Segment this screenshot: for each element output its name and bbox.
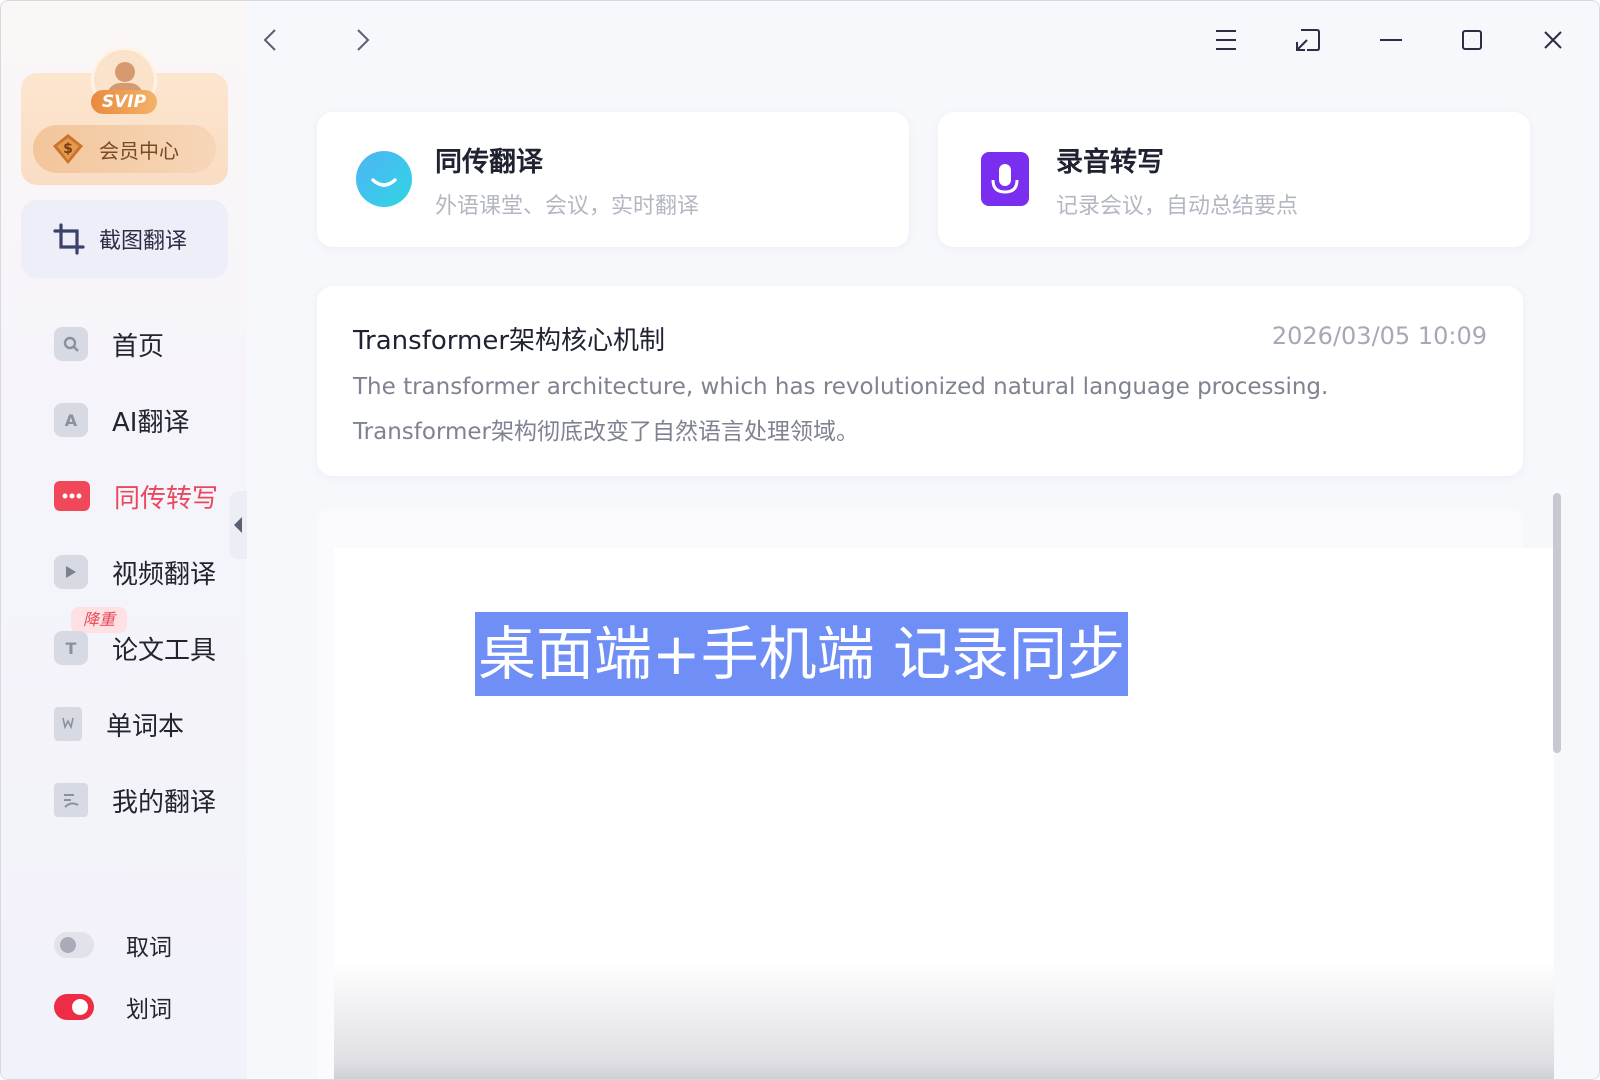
screenshot-translate-button[interactable]: 截图翻译 xyxy=(21,200,228,278)
app-window: SVIP $ 会员中心 截图翻译 首页 A AI翻译 同传转写 视频翻译 降重 … xyxy=(0,0,1600,1080)
back-button[interactable] xyxy=(253,23,287,57)
record-line-chinese: Transformer架构彻底改变了自然语言处理领域。 xyxy=(353,419,860,445)
menu-icon xyxy=(1216,30,1236,50)
text-t-icon: T xyxy=(54,631,88,665)
bookmark-icon xyxy=(54,707,82,741)
member-center-button[interactable]: $ 会员中心 xyxy=(33,125,216,173)
sidebar-item-label: 论文工具 xyxy=(112,635,217,666)
minimize-button[interactable] xyxy=(1374,23,1408,57)
crop-icon xyxy=(53,223,85,255)
record-title: Transformer架构核心机制 xyxy=(353,326,666,356)
sidebar-item-label: 单词本 xyxy=(106,711,185,742)
bottom-fade xyxy=(334,961,1554,1079)
screenshot-translate-label: 截图翻译 xyxy=(99,229,188,254)
mini-window-button[interactable] xyxy=(1291,23,1325,57)
sidebar-item-wordbook[interactable]: 单词本 xyxy=(1,694,247,754)
promo-highlight-text: 桌面端+手机端 记录同步 xyxy=(475,612,1128,696)
mini-window-icon xyxy=(1296,29,1320,51)
diamond-coin-icon: $ xyxy=(53,134,83,164)
feature-card-recording[interactable]: 录音转写 记录会议，自动总结要点 xyxy=(938,112,1530,247)
select-translate-toggle[interactable] xyxy=(54,994,94,1020)
chat-smile-icon xyxy=(356,151,412,207)
minimize-icon xyxy=(1380,39,1402,41)
feature-subtitle: 外语课堂、会议，实时翻译 xyxy=(435,194,700,219)
scrollbar-thumb[interactable] xyxy=(1553,493,1561,753)
sidebar-item-my-translations[interactable]: 我的翻译 xyxy=(1,770,247,830)
record-timestamp: 2026/03/05 10:09 xyxy=(1271,322,1487,350)
sidebar-item-label: 首页 xyxy=(112,331,165,362)
word-pick-toggle-row[interactable]: 取词 xyxy=(54,925,172,965)
sidebar-item-label: AI翻译 xyxy=(112,407,190,438)
maximize-button[interactable] xyxy=(1455,23,1489,57)
maximize-icon xyxy=(1462,30,1482,50)
record-line-english: The transformer architecture, which has … xyxy=(353,374,1329,400)
video-play-icon xyxy=(54,555,88,589)
document-icon xyxy=(54,783,88,817)
sidebar-item-ai-translate[interactable]: A AI翻译 xyxy=(1,390,247,450)
chat-bubble-icon xyxy=(54,481,90,511)
word-pick-toggle[interactable] xyxy=(54,932,94,958)
toggle-knob xyxy=(60,937,76,953)
member-center-label: 会员中心 xyxy=(99,138,179,163)
feature-card-simultaneous[interactable]: 同传翻译 外语课堂、会议，实时翻译 xyxy=(317,112,909,247)
feature-title: 录音转写 xyxy=(1056,147,1164,178)
record-card[interactable]: Transformer架构核心机制 2026/03/05 10:09 The t… xyxy=(317,286,1523,476)
feature-title: 同传翻译 xyxy=(435,147,543,178)
word-pick-label: 取词 xyxy=(126,935,172,961)
sidebar-item-label: 我的翻译 xyxy=(112,787,217,818)
sidebar-item-label: 同传转写 xyxy=(114,483,219,514)
chevron-left-icon xyxy=(263,29,276,51)
menu-button[interactable] xyxy=(1209,23,1243,57)
close-icon xyxy=(1544,31,1562,49)
svip-badge: SVIP xyxy=(91,90,157,114)
select-translate-toggle-row[interactable]: 划词 xyxy=(54,987,172,1027)
feature-subtitle: 记录会议，自动总结要点 xyxy=(1056,194,1299,219)
avatar-head xyxy=(115,62,135,82)
sidebar-item-label: 视频翻译 xyxy=(112,559,217,590)
chevron-right-icon xyxy=(357,29,370,51)
sidebar-item-home[interactable]: 首页 xyxy=(1,314,247,374)
select-translate-label: 划词 xyxy=(126,997,172,1023)
home-search-icon xyxy=(54,327,88,361)
microphone-icon xyxy=(981,152,1029,206)
svg-text:$: $ xyxy=(63,141,73,157)
ai-icon: A xyxy=(54,403,88,437)
sidebar-item-video-translate[interactable]: 视频翻译 xyxy=(1,542,247,602)
toggle-knob xyxy=(72,999,88,1015)
sidebar-item-paper-tools[interactable]: T 论文工具 xyxy=(1,618,247,678)
forward-button[interactable] xyxy=(346,23,380,57)
close-button[interactable] xyxy=(1536,23,1570,57)
sidebar-item-simultaneous[interactable]: 同传转写 xyxy=(1,466,247,526)
triangle-left-icon xyxy=(234,517,242,533)
